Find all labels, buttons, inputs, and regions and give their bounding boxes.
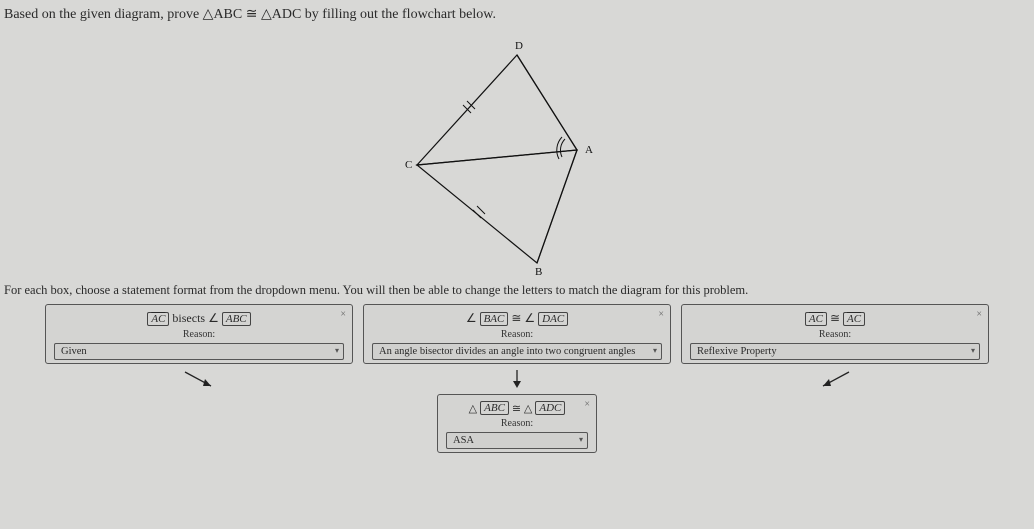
arrow-3-to-4 bbox=[815, 368, 855, 392]
close-icon[interactable]: × bbox=[976, 309, 982, 320]
prompt-prefix: Based on the given diagram, prove bbox=[4, 7, 203, 22]
box2-pre: ∠ bbox=[466, 311, 477, 326]
close-icon[interactable]: × bbox=[658, 309, 664, 320]
problem-prompt: Based on the given diagram, prove △ABC ≅… bbox=[0, 0, 1034, 31]
geometry-diagram: D A C B bbox=[0, 35, 1034, 275]
prompt-tri-2: △ADC bbox=[261, 7, 301, 22]
proof-box-4: × △ ABC ≅ △ ADC Reason: ASA bbox=[437, 394, 597, 453]
arrow-1-to-4 bbox=[179, 368, 219, 392]
box2-right[interactable]: DAC bbox=[538, 312, 568, 326]
box2-left[interactable]: BAC bbox=[480, 312, 509, 326]
box2-reason-select[interactable]: An angle bisector divides an angle into … bbox=[372, 343, 662, 360]
box2-cong: ≅ ∠ bbox=[511, 311, 535, 326]
flow-col-1: × AC bisects ∠ ABC Reason: Given bbox=[45, 304, 353, 396]
box1-statement[interactable]: AC bisects ∠ ABC bbox=[54, 311, 344, 326]
box1-reason-select[interactable]: Given bbox=[54, 343, 344, 360]
box4-reason-label: Reason: bbox=[446, 418, 588, 429]
box4-statement[interactable]: △ ABC ≅ △ ADC bbox=[446, 401, 588, 415]
prompt-tri-1: △ABC bbox=[203, 7, 243, 22]
box1-angle[interactable]: ABC bbox=[222, 312, 251, 326]
label-a: A bbox=[585, 144, 593, 156]
prompt-cong: ≅ bbox=[246, 7, 261, 22]
box4-cong: ≅ △ bbox=[512, 402, 532, 415]
box2-reason-label: Reason: bbox=[372, 329, 662, 340]
box3-reason-select[interactable]: Reflexive Property bbox=[690, 343, 980, 360]
flow-col-2: × ∠ BAC ≅ ∠ DAC Reason: An angle bisecto… bbox=[363, 304, 671, 453]
label-c: C bbox=[405, 159, 412, 171]
close-icon[interactable]: × bbox=[340, 309, 346, 320]
arrow-2-to-4 bbox=[507, 368, 527, 390]
box4-pre: △ bbox=[469, 402, 477, 415]
diagram-svg: D A C B bbox=[357, 35, 677, 275]
close-icon[interactable]: × bbox=[584, 399, 590, 410]
box1-mid: bisects ∠ bbox=[172, 311, 218, 326]
flow-instruction: For each box, choose a statement format … bbox=[0, 283, 1034, 304]
box4-reason-select[interactable]: ASA bbox=[446, 432, 588, 449]
box2-statement[interactable]: ∠ BAC ≅ ∠ DAC bbox=[372, 311, 662, 326]
box1-segment[interactable]: AC bbox=[147, 312, 169, 326]
label-d: D bbox=[515, 40, 523, 52]
box3-statement[interactable]: AC ≅ AC bbox=[690, 311, 980, 326]
flow-col-3: × AC ≅ AC Reason: Reflexive Property bbox=[681, 304, 989, 396]
box3-reason-label: Reason: bbox=[690, 329, 980, 340]
label-b: B bbox=[535, 266, 542, 275]
box4-right[interactable]: ADC bbox=[535, 401, 565, 415]
proof-box-2: × ∠ BAC ≅ ∠ DAC Reason: An angle bisecto… bbox=[363, 304, 671, 364]
proof-box-1: × AC bisects ∠ ABC Reason: Given bbox=[45, 304, 353, 364]
box4-left[interactable]: ABC bbox=[480, 401, 509, 415]
box1-reason-label: Reason: bbox=[54, 329, 344, 340]
box3-cong: ≅ bbox=[830, 311, 840, 326]
prompt-suffix: by filling out the flowchart below. bbox=[305, 7, 496, 22]
box3-left[interactable]: AC bbox=[805, 312, 827, 326]
box3-right[interactable]: AC bbox=[843, 312, 865, 326]
flowchart: × AC bisects ∠ ABC Reason: Given × ∠ BAC… bbox=[0, 304, 1034, 453]
proof-box-3: × AC ≅ AC Reason: Reflexive Property bbox=[681, 304, 989, 364]
